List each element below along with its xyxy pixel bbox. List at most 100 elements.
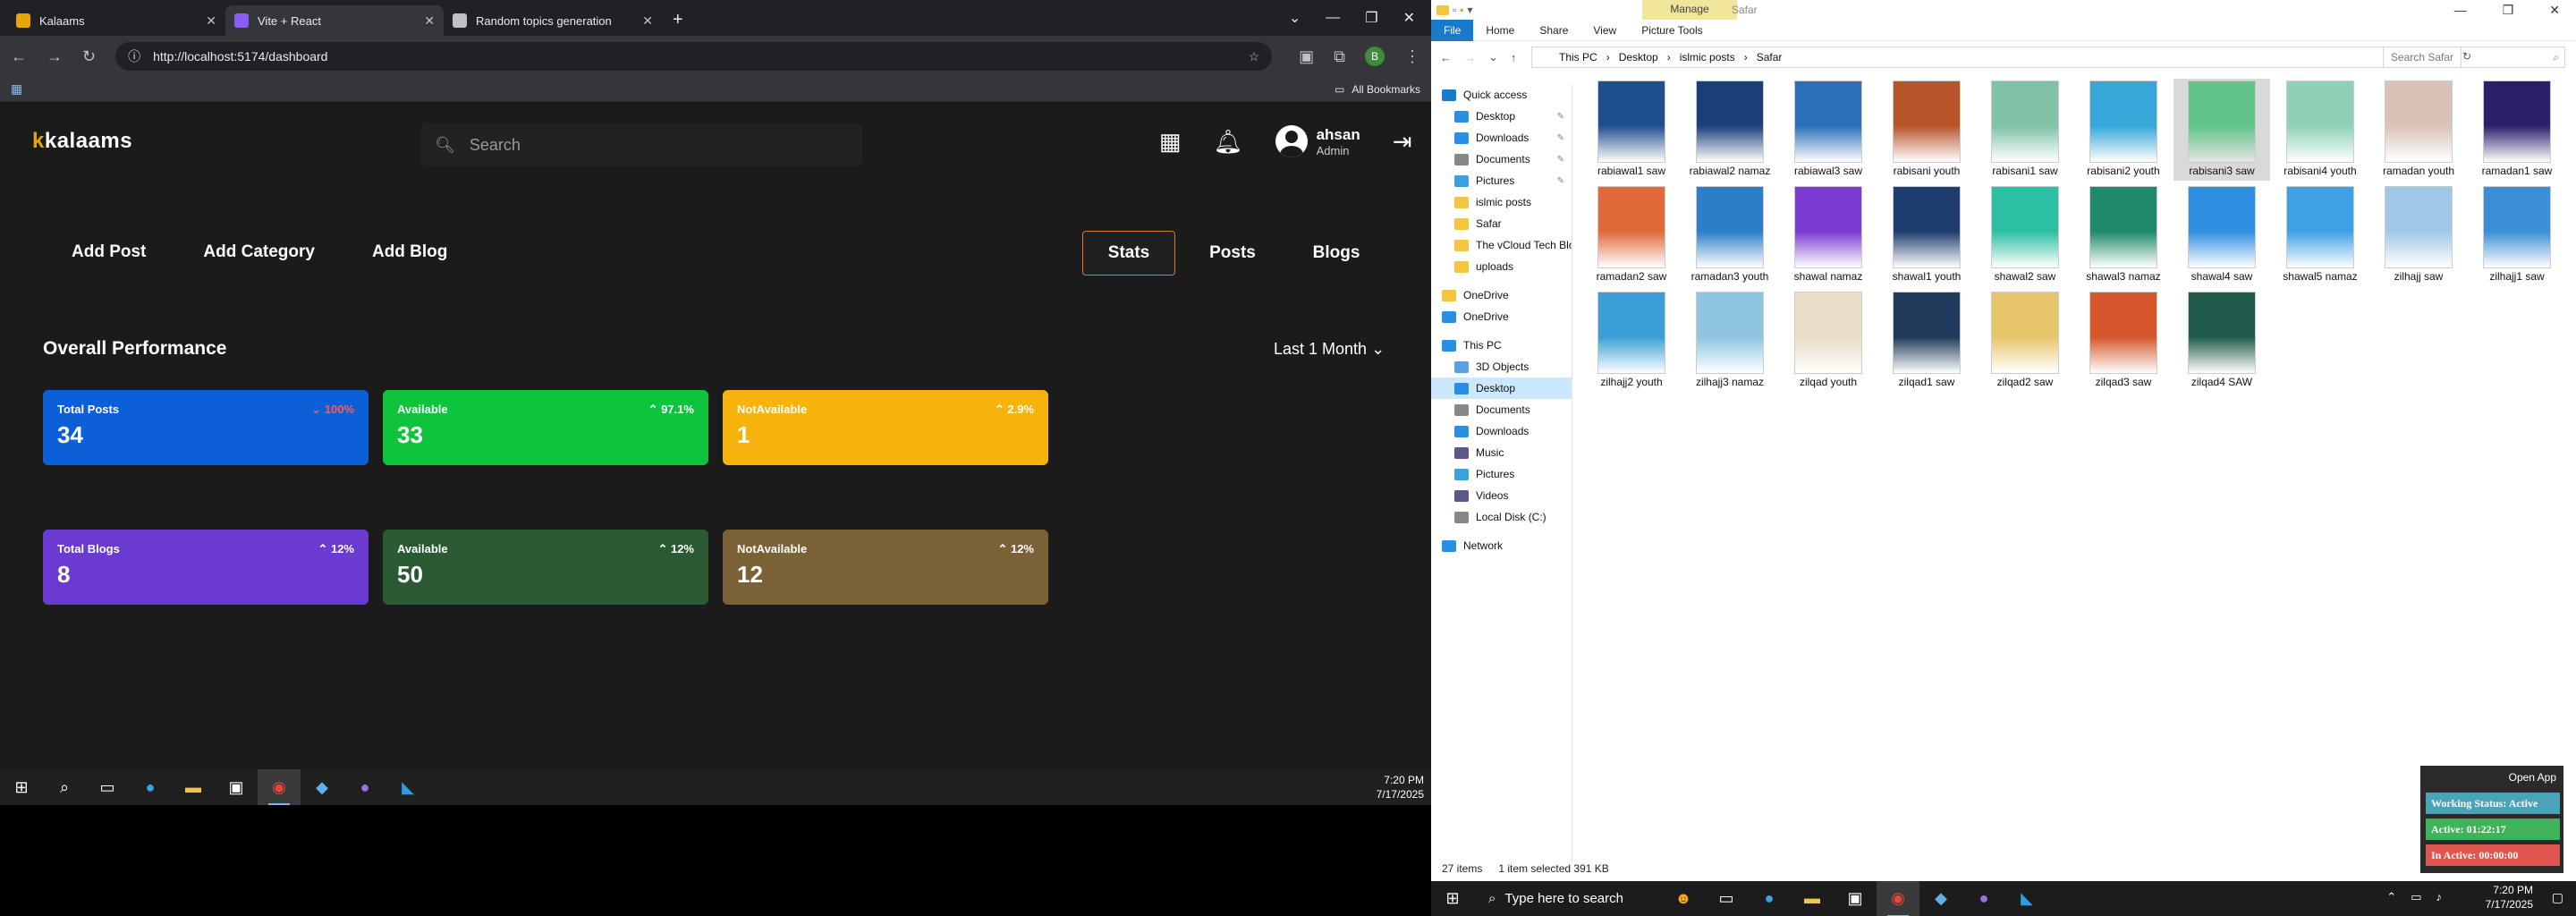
close-window-button[interactable]: ✕ — [2549, 3, 2560, 18]
windows-start-icon[interactable]: ⊞ — [1431, 881, 1474, 916]
bookmark-star-icon[interactable]: ☆ — [1249, 49, 1260, 64]
ribbon-tab-picture-tools[interactable]: Picture Tools — [1629, 20, 1715, 41]
nav-item-network[interactable]: Network — [1431, 535, 1572, 556]
nav-item-onedrive[interactable]: OneDrive — [1431, 306, 1572, 327]
edge-icon[interactable]: ● — [1748, 881, 1791, 916]
close-window-button[interactable]: ✕ — [1403, 9, 1415, 27]
notification-bell-icon[interactable]: 🔔︎ — [1214, 128, 1243, 156]
close-tab-icon[interactable]: ✕ — [424, 13, 435, 29]
breadcrumb-item[interactable]: Safar — [1757, 51, 1783, 64]
file-thumbnail[interactable]: rabiawal2 namaz — [1682, 79, 1778, 181]
manage-tab[interactable]: Manage — [1642, 0, 1737, 20]
maximize-button[interactable]: ❐ — [1365, 9, 1377, 27]
nav-item-quick-access[interactable]: Quick access — [1431, 84, 1572, 106]
action-button-add-blog[interactable]: Add Blog — [343, 233, 476, 272]
breadcrumb-item[interactable]: Desktop — [1619, 51, 1658, 64]
dropdown-icon[interactable]: ▾ — [1468, 4, 1473, 16]
widgets-icon[interactable]: ☻ — [1662, 881, 1705, 916]
nav-item-3d-objects[interactable]: 3D Objects — [1431, 356, 1572, 377]
extension-icon[interactable]: ▣ — [1299, 47, 1314, 66]
close-tab-icon[interactable]: ✕ — [206, 13, 216, 29]
file-thumbnail[interactable]: shawal3 namaz — [2075, 184, 2172, 286]
nav-item-pictures[interactable]: Pictures — [1431, 463, 1572, 485]
task-view-icon[interactable]: ▭ — [1705, 881, 1748, 916]
nav-item-downloads[interactable]: Downloads ✎ — [1431, 127, 1572, 148]
range-dropdown[interactable]: Last 1 Month ⌄ — [1274, 340, 1385, 359]
file-thumbnail[interactable]: zilqad4 SAW — [2174, 290, 2270, 392]
file-thumbnail[interactable]: shawal namaz — [1780, 184, 1877, 286]
search-bar[interactable]: 🔍︎ Search — [420, 123, 862, 166]
clock[interactable]: 7:20 PM 7/17/2025 — [2486, 883, 2533, 912]
action-button-add-category[interactable]: Add Category — [174, 233, 343, 272]
dashboard-grid-icon[interactable]: ▦ — [1159, 128, 1182, 156]
breadcrumb-item[interactable]: islmic posts — [1680, 51, 1735, 64]
apps-grid-icon[interactable]: ▦ — [11, 81, 22, 97]
open-app-button[interactable]: Open App — [2509, 771, 2556, 784]
file-thumbnail[interactable]: shawal4 saw — [2174, 184, 2270, 286]
all-bookmarks[interactable]: ▭ All Bookmarks — [1335, 83, 1420, 96]
action-button-add-post[interactable]: Add Post — [43, 233, 174, 272]
nav-item-downloads[interactable]: Downloads — [1431, 420, 1572, 442]
file-thumbnail[interactable]: rabiawal1 saw — [1583, 79, 1680, 181]
tab-stats[interactable]: Stats — [1082, 231, 1175, 276]
browser-tab[interactable]: Random topics generation ✕ — [444, 5, 662, 36]
vscode-icon[interactable]: ◣ — [386, 769, 429, 805]
minimize-button[interactable]: — — [2454, 3, 2467, 17]
chrome-icon[interactable]: ◉ — [1877, 880, 1919, 916]
file-thumbnail[interactable]: rabisani1 saw — [1977, 79, 2073, 181]
network-icon[interactable]: ▭ — [2411, 890, 2421, 904]
breadcrumb-item[interactable]: This PC — [1559, 51, 1597, 64]
ribbon-tab-share[interactable]: Share — [1527, 20, 1580, 41]
file-thumbnail[interactable]: zilhajj3 namaz — [1682, 290, 1778, 392]
file-thumbnail[interactable]: shawal1 youth — [1878, 184, 1975, 286]
file-thumbnail[interactable]: ramadan1 saw — [2469, 79, 2565, 181]
ribbon-tab-file[interactable]: File — [1431, 19, 1474, 41]
file-thumbnail[interactable]: rabisani2 youth — [2075, 79, 2172, 181]
nav-item-this-pc[interactable]: This PC — [1431, 335, 1572, 356]
recent-dropdown-icon[interactable]: ⌄ — [1488, 50, 1498, 64]
kalaams-logo[interactable]: kkalaams — [32, 129, 132, 154]
new-folder-icon[interactable]: ▪ — [1460, 4, 1463, 16]
task-view-icon[interactable]: ▭ — [86, 769, 129, 805]
file-explorer-icon[interactable]: ▬ — [1791, 881, 1834, 916]
vscode-icon[interactable]: ◣ — [2005, 881, 2048, 916]
breadcrumb[interactable]: This PC › Desktop › islmic posts › Safar ↻ — [1531, 47, 2471, 68]
file-thumbnail[interactable]: rabiawal3 saw — [1780, 79, 1877, 181]
file-thumbnail[interactable]: rabisani youth — [1878, 79, 1975, 181]
file-thumbnail[interactable]: zilhajj1 saw — [2469, 184, 2565, 286]
profile-avatar[interactable]: B — [1365, 47, 1385, 66]
minimize-button[interactable]: — — [1326, 10, 1340, 26]
nav-item-uploads[interactable]: uploads — [1431, 256, 1572, 277]
file-thumbnail[interactable]: rabisani4 youth — [2272, 79, 2368, 181]
github-icon[interactable]: ● — [343, 769, 386, 805]
browser-tab[interactable]: Vite + React ✕ — [225, 5, 444, 36]
taskbar-search[interactable]: ⌕ Type here to search — [1474, 881, 1662, 916]
tab-posts[interactable]: Posts — [1186, 231, 1279, 276]
chrome-icon[interactable]: ◉ — [258, 769, 301, 805]
ribbon-tab-home[interactable]: Home — [1473, 20, 1527, 41]
puzzle-extensions-icon[interactable]: ⧉ — [1334, 47, 1345, 66]
clock[interactable]: 7:20 PM 7/17/2025 — [1377, 773, 1424, 802]
nav-item-documents[interactable]: Documents ✎ — [1431, 148, 1572, 170]
github-icon[interactable]: ● — [1962, 881, 2005, 916]
file-thumbnail[interactable]: zilqad1 saw — [1878, 290, 1975, 392]
up-icon[interactable]: ↑ — [1511, 51, 1517, 64]
store-icon[interactable]: ▣ — [215, 769, 258, 805]
file-thumbnail[interactable]: ramadan2 saw — [1583, 184, 1680, 286]
close-tab-icon[interactable]: ✕ — [642, 13, 653, 29]
nav-item-safar[interactable]: Safar — [1431, 213, 1572, 234]
file-explorer-icon[interactable]: ▬ — [172, 769, 215, 805]
url-text[interactable]: http://localhost:5174/dashboard — [153, 49, 327, 64]
file-thumbnail[interactable]: shawal2 saw — [1977, 184, 2073, 286]
address-bar[interactable]: ⓘ http://localhost:5174/dashboard ☆ — [115, 42, 1273, 71]
file-thumbnail[interactable]: zilhajj2 youth — [1583, 290, 1680, 392]
tab-search-icon[interactable]: ⌄ — [1289, 9, 1301, 27]
file-thumbnail[interactable]: zilqad3 saw — [2075, 290, 2172, 392]
nav-item-desktop[interactable]: Desktop — [1431, 377, 1572, 399]
app-icon[interactable]: ◆ — [301, 769, 343, 805]
tab-blogs[interactable]: Blogs — [1290, 231, 1383, 276]
store-icon[interactable]: ▣ — [1834, 881, 1877, 916]
nav-item-videos[interactable]: Videos — [1431, 485, 1572, 506]
edge-icon[interactable]: ● — [129, 769, 172, 805]
windows-start-icon[interactable]: ⊞ — [0, 769, 43, 805]
